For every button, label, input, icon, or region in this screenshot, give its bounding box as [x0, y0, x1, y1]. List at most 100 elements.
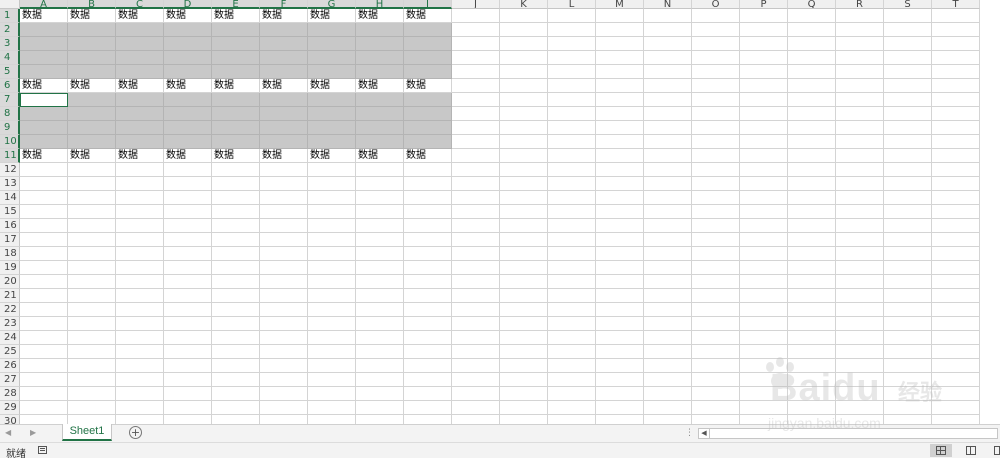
cell-e9[interactable]: [212, 121, 260, 135]
cell-c9[interactable]: [116, 121, 164, 135]
cell-l12[interactable]: [548, 163, 596, 177]
cell-i21[interactable]: [404, 289, 452, 303]
cell-t11[interactable]: [932, 149, 980, 163]
cell-h6[interactable]: 数据: [356, 79, 404, 93]
cell-a4[interactable]: [20, 51, 68, 65]
column-header-o[interactable]: O: [692, 0, 740, 9]
cell-t10[interactable]: [932, 135, 980, 149]
cell-g15[interactable]: [308, 205, 356, 219]
row-header-18[interactable]: 18: [0, 247, 20, 261]
cell-g29[interactable]: [308, 401, 356, 415]
cell-j14[interactable]: [452, 191, 500, 205]
column-header-f[interactable]: F: [260, 0, 308, 9]
cell-e29[interactable]: [212, 401, 260, 415]
cell-a7[interactable]: [20, 93, 68, 107]
cell-t18[interactable]: [932, 247, 980, 261]
cell-o22[interactable]: [692, 303, 740, 317]
cell-g24[interactable]: [308, 331, 356, 345]
cell-r22[interactable]: [836, 303, 884, 317]
cell-b4[interactable]: [68, 51, 116, 65]
cell-a23[interactable]: [20, 317, 68, 331]
cell-t20[interactable]: [932, 275, 980, 289]
cell-c4[interactable]: [116, 51, 164, 65]
cell-m8[interactable]: [596, 107, 644, 121]
cell-f7[interactable]: [260, 93, 308, 107]
cell-a14[interactable]: [20, 191, 68, 205]
cell-o6[interactable]: [692, 79, 740, 93]
cell-k25[interactable]: [500, 345, 548, 359]
cell-q22[interactable]: [788, 303, 836, 317]
cell-p24[interactable]: [740, 331, 788, 345]
cell-i14[interactable]: [404, 191, 452, 205]
cell-o13[interactable]: [692, 177, 740, 191]
cell-c15[interactable]: [116, 205, 164, 219]
cell-t27[interactable]: [932, 373, 980, 387]
cell-k20[interactable]: [500, 275, 548, 289]
cell-p21[interactable]: [740, 289, 788, 303]
cell-j19[interactable]: [452, 261, 500, 275]
select-all-corner[interactable]: [0, 0, 20, 9]
cell-d16[interactable]: [164, 219, 212, 233]
row-header-3[interactable]: 3: [0, 37, 20, 51]
cell-e22[interactable]: [212, 303, 260, 317]
cell-e1[interactable]: 数据: [212, 9, 260, 23]
cell-k17[interactable]: [500, 233, 548, 247]
cell-c22[interactable]: [116, 303, 164, 317]
cell-i7[interactable]: [404, 93, 452, 107]
cell-p8[interactable]: [740, 107, 788, 121]
cell-l16[interactable]: [548, 219, 596, 233]
cell-l8[interactable]: [548, 107, 596, 121]
cell-k7[interactable]: [500, 93, 548, 107]
cell-i28[interactable]: [404, 387, 452, 401]
cell-l17[interactable]: [548, 233, 596, 247]
cell-k24[interactable]: [500, 331, 548, 345]
cell-g14[interactable]: [308, 191, 356, 205]
cell-s21[interactable]: [884, 289, 932, 303]
cell-f5[interactable]: [260, 65, 308, 79]
cell-o28[interactable]: [692, 387, 740, 401]
cell-d22[interactable]: [164, 303, 212, 317]
cell-n17[interactable]: [644, 233, 692, 247]
cell-c25[interactable]: [116, 345, 164, 359]
cell-j29[interactable]: [452, 401, 500, 415]
cell-e30[interactable]: [212, 415, 260, 424]
cell-n18[interactable]: [644, 247, 692, 261]
cell-o26[interactable]: [692, 359, 740, 373]
column-header-r[interactable]: R: [836, 0, 884, 9]
cell-f2[interactable]: [260, 23, 308, 37]
cell-d30[interactable]: [164, 415, 212, 424]
cell-d19[interactable]: [164, 261, 212, 275]
cell-f9[interactable]: [260, 121, 308, 135]
cell-q7[interactable]: [788, 93, 836, 107]
cell-b22[interactable]: [68, 303, 116, 317]
cell-k11[interactable]: [500, 149, 548, 163]
cell-j2[interactable]: [452, 23, 500, 37]
cell-s10[interactable]: [884, 135, 932, 149]
cell-i23[interactable]: [404, 317, 452, 331]
cell-h3[interactable]: [356, 37, 404, 51]
cell-p3[interactable]: [740, 37, 788, 51]
cell-o29[interactable]: [692, 401, 740, 415]
cell-j9[interactable]: [452, 121, 500, 135]
cell-n4[interactable]: [644, 51, 692, 65]
row-header-6[interactable]: 6: [0, 79, 20, 93]
cell-j21[interactable]: [452, 289, 500, 303]
cell-j24[interactable]: [452, 331, 500, 345]
cell-o21[interactable]: [692, 289, 740, 303]
cell-r5[interactable]: [836, 65, 884, 79]
cell-q18[interactable]: [788, 247, 836, 261]
cell-o8[interactable]: [692, 107, 740, 121]
cell-a25[interactable]: [20, 345, 68, 359]
row-header-20[interactable]: 20: [0, 275, 20, 289]
cell-l11[interactable]: [548, 149, 596, 163]
cell-e5[interactable]: [212, 65, 260, 79]
cell-g6[interactable]: 数据: [308, 79, 356, 93]
row-header-17[interactable]: 17: [0, 233, 20, 247]
cell-s13[interactable]: [884, 177, 932, 191]
cell-k12[interactable]: [500, 163, 548, 177]
cell-r25[interactable]: [836, 345, 884, 359]
cell-o1[interactable]: [692, 9, 740, 23]
cell-m4[interactable]: [596, 51, 644, 65]
cell-d3[interactable]: [164, 37, 212, 51]
cell-k13[interactable]: [500, 177, 548, 191]
